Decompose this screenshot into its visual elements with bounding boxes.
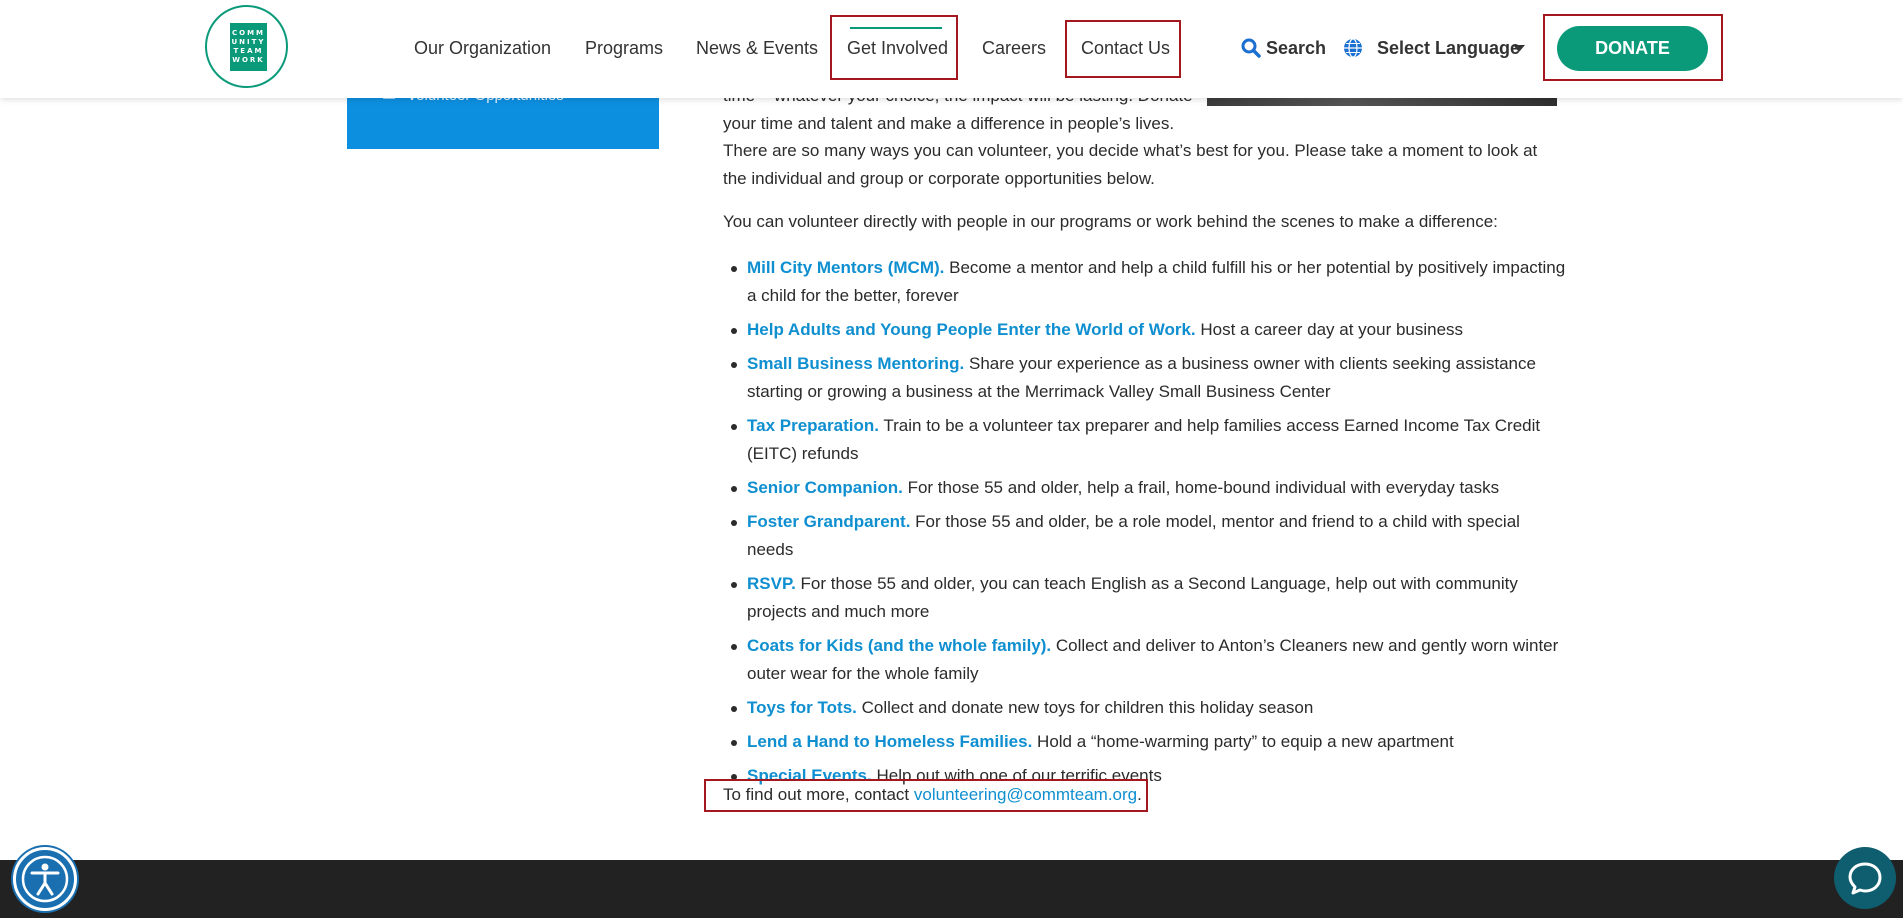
- list-item: Help Adults and Young People Enter the W…: [723, 316, 1568, 344]
- globe-icon: [1344, 38, 1362, 58]
- list-item: Toys for Tots. Collect and donate new to…: [723, 694, 1568, 722]
- donate-button[interactable]: DONATE: [1557, 26, 1708, 71]
- contact-email-link[interactable]: volunteering@commteam.org: [914, 785, 1137, 804]
- intro-line-2: your time and talent and make a differen…: [723, 114, 1175, 133]
- link-homeless-families[interactable]: Lend a Hand to Homeless Families.: [747, 732, 1032, 751]
- logo[interactable]: COMM UNITY TEAM WORK: [205, 5, 288, 88]
- list-item-text: For those 55 and older, you can teach En…: [747, 574, 1518, 621]
- site-header: COMM UNITY TEAM WORK Our Organization Pr…: [0, 0, 1903, 98]
- nav-programs[interactable]: Programs: [585, 38, 663, 59]
- list-item: RSVP. For those 55 and older, you can te…: [723, 570, 1568, 626]
- search-link[interactable]: Search: [1266, 38, 1326, 59]
- accessibility-icon: [21, 855, 69, 903]
- link-toys-for-tots[interactable]: Toys for Tots.: [747, 698, 857, 717]
- link-coats-for-kids[interactable]: Coats for Kids (and the whole family).: [747, 636, 1051, 655]
- link-world-of-work[interactable]: Help Adults and Young People Enter the W…: [747, 320, 1196, 339]
- link-small-business-mentoring[interactable]: Small Business Mentoring.: [747, 354, 964, 373]
- direct-paragraph: You can volunteer directly with people i…: [723, 212, 1498, 231]
- language-select[interactable]: Select Language: [1377, 38, 1520, 59]
- nav-our-organization[interactable]: Our Organization: [414, 38, 551, 59]
- volunteer-opportunities-list: Mill City Mentors (MCM). Become a mentor…: [723, 254, 1568, 796]
- chat-button[interactable]: [1834, 847, 1896, 909]
- link-rsvp[interactable]: RSVP.: [747, 574, 796, 593]
- list-item: Foster Grandparent. For those 55 and old…: [723, 508, 1568, 564]
- list-item-text: For those 55 and older, help a frail, ho…: [902, 478, 1500, 497]
- list-item: Senior Companion. For those 55 and older…: [723, 474, 1568, 502]
- chevron-down-icon[interactable]: [1513, 45, 1525, 52]
- nav-get-involved[interactable]: Get Involved: [847, 38, 948, 59]
- site-footer: [0, 860, 1903, 918]
- list-item-text: Collect and donate new toys for children…: [856, 698, 1314, 717]
- link-tax-preparation[interactable]: Tax Preparation.: [747, 416, 879, 435]
- list-item-text: Hold a “home-warming party” to equip a n…: [1032, 732, 1454, 751]
- list-item: Lend a Hand to Homeless Families. Hold a…: [723, 728, 1568, 756]
- contact-line: To find out more, contact volunteering@c…: [723, 781, 1142, 809]
- logo-mark: COMM UNITY TEAM WORK: [230, 23, 267, 71]
- contact-prefix: To find out more, contact: [723, 785, 914, 804]
- list-item: Tax Preparation. Train to be a volunteer…: [723, 412, 1568, 468]
- nav-active-underline: [850, 27, 942, 29]
- link-mill-city-mentors[interactable]: Mill City Mentors (MCM).: [747, 258, 944, 277]
- list-item: Small Business Mentoring. Share your exp…: [723, 350, 1568, 406]
- link-foster-grandparent[interactable]: Foster Grandparent.: [747, 512, 910, 531]
- accessibility-button[interactable]: [13, 847, 77, 911]
- contact-suffix: .: [1137, 785, 1142, 804]
- list-item: Mill City Mentors (MCM). Become a mentor…: [723, 254, 1568, 310]
- link-senior-companion[interactable]: Senior Companion.: [747, 478, 903, 497]
- list-item: Coats for Kids (and the whole family). C…: [723, 632, 1568, 688]
- nav-news-events[interactable]: News & Events: [696, 38, 818, 59]
- nav-contact-us[interactable]: Contact Us: [1081, 38, 1170, 59]
- search-icon[interactable]: [1241, 38, 1261, 58]
- chat-icon: [1848, 862, 1882, 895]
- intro-paragraph: There are so many ways you can volunteer…: [723, 141, 1538, 188]
- nav-careers[interactable]: Careers: [982, 38, 1046, 59]
- list-item-text: Host a career day at your business: [1195, 320, 1464, 339]
